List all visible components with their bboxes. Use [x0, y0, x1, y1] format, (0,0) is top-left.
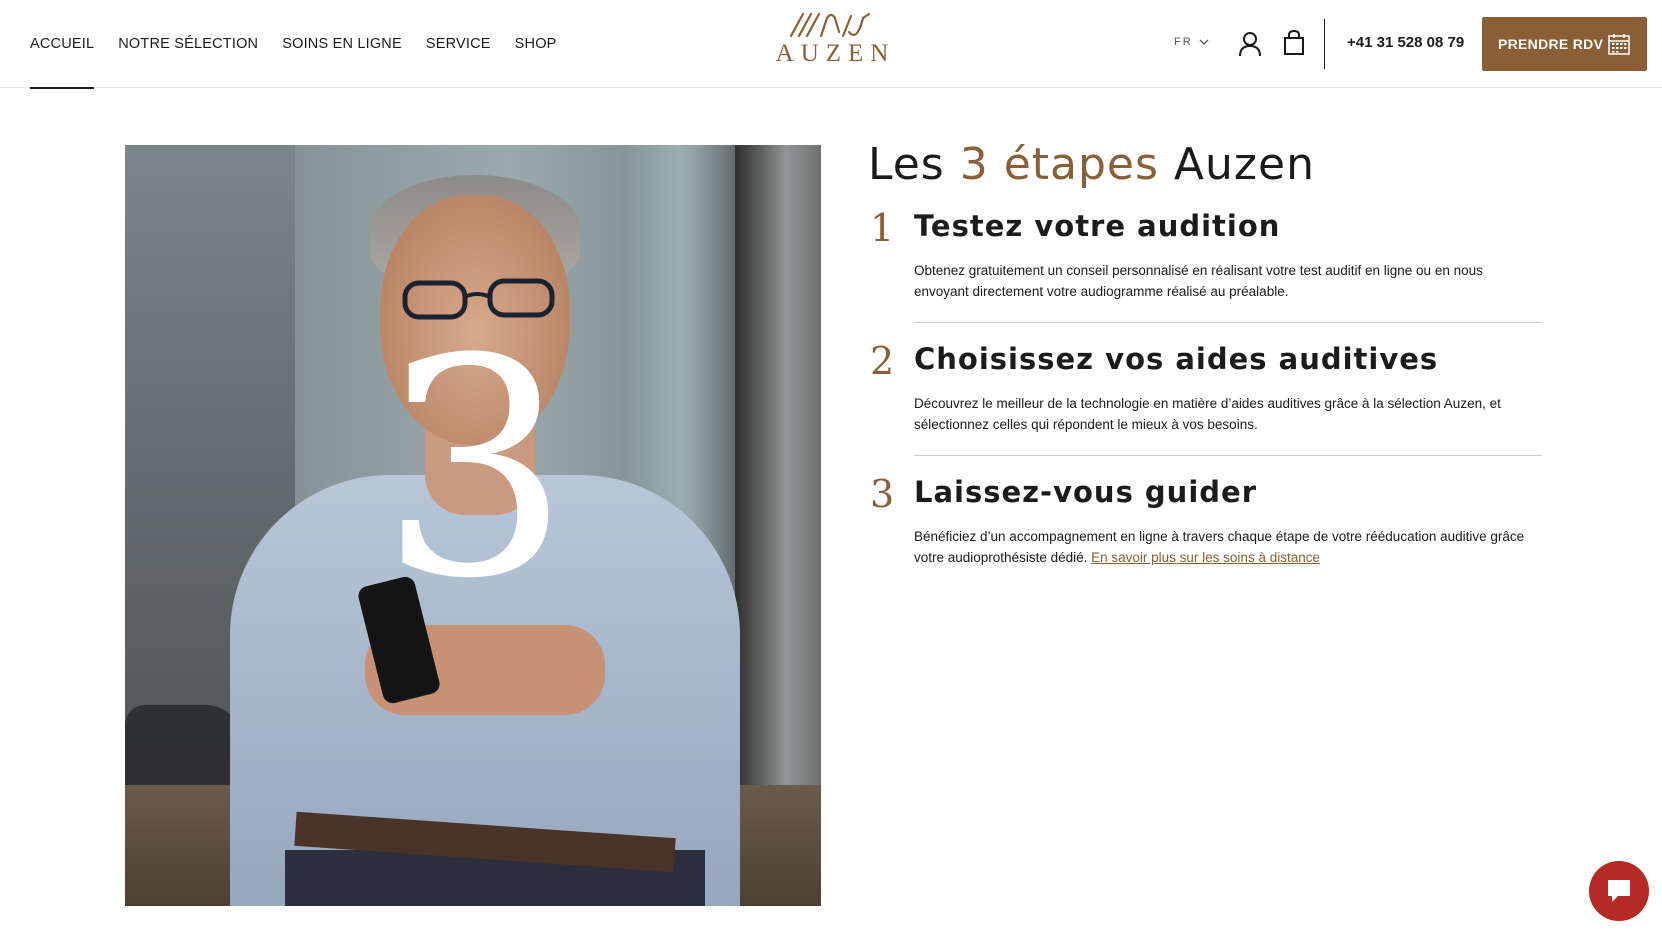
soins-distance-link[interactable]: En savoir plus sur les soins à distance [1091, 550, 1320, 565]
phone-link[interactable]: +41 31 528 08 79 [1347, 34, 1464, 51]
step-number: 3 [870, 472, 895, 516]
step-title: Laissez-vous guider [914, 475, 1257, 509]
logo-wordmark: AUZEN [775, 40, 896, 67]
logo-mark-icon [789, 12, 871, 38]
main-nav: ACCUEIL NOTRE SÉLECTION SOINS EN LIGNE S… [30, 0, 581, 89]
step-2: 2 Choisissez vos aides auditives Découvr… [868, 339, 1540, 435]
chat-button[interactable] [1589, 861, 1649, 921]
step-1: 1 Testez votre audition Obtenez gratuite… [868, 206, 1540, 302]
language-selector[interactable]: FR [1174, 36, 1209, 48]
step-divider [914, 455, 1542, 456]
header-divider [1324, 19, 1325, 69]
auzen-logo[interactable]: AUZEN [764, 12, 900, 76]
prendre-rdv-button[interactable]: PRENDRE RDV [1482, 17, 1647, 71]
nav-soins-en-ligne[interactable]: SOINS EN LIGNE [282, 0, 402, 88]
title-part-1: Les [868, 139, 960, 190]
nav-service[interactable]: SERVICE [426, 0, 491, 88]
nav-shop[interactable]: SHOP [515, 0, 557, 88]
step-text: Obtenez gratuitement un conseil personna… [914, 263, 1483, 299]
overlay-number: 3 [379, 295, 571, 644]
cta-label: PRENDRE RDV [1498, 36, 1604, 52]
cart-bag-icon[interactable] [1283, 29, 1305, 61]
nav-accueil[interactable]: ACCUEIL [30, 0, 95, 89]
chevron-down-icon [1199, 39, 1209, 45]
step-3: 3 Laissez-vous guider Bénéficiez d’un ac… [868, 472, 1540, 568]
steps-section: Les 3 étapes Auzen 1 Testez votre auditi… [868, 140, 1542, 568]
title-accent: 3 étapes [959, 139, 1159, 190]
hero-photo: 3 [125, 145, 821, 906]
title-part-2: Auzen [1158, 139, 1315, 190]
step-number: 1 [870, 206, 895, 250]
site-header: ACCUEIL NOTRE SÉLECTION SOINS EN LIGNE S… [0, 0, 1662, 89]
step-number: 2 [870, 339, 895, 383]
language-label: FR [1174, 36, 1193, 48]
step-divider [914, 322, 1542, 323]
section-title: Les 3 étapes Auzen [868, 140, 1540, 190]
nav-notre-selection[interactable]: NOTRE SÉLECTION [118, 0, 258, 88]
step-title: Testez votre audition [914, 209, 1281, 243]
step-title: Choisissez vos aides auditives [914, 342, 1439, 376]
account-icon[interactable] [1238, 31, 1262, 62]
calendar-icon [1608, 34, 1630, 55]
step-text: Bénéficiez d’un accompagnement en ligne … [914, 526, 1534, 568]
step-text: Découvrez le meilleur de la technologie … [914, 396, 1501, 432]
chat-bubble-icon [1608, 880, 1630, 902]
